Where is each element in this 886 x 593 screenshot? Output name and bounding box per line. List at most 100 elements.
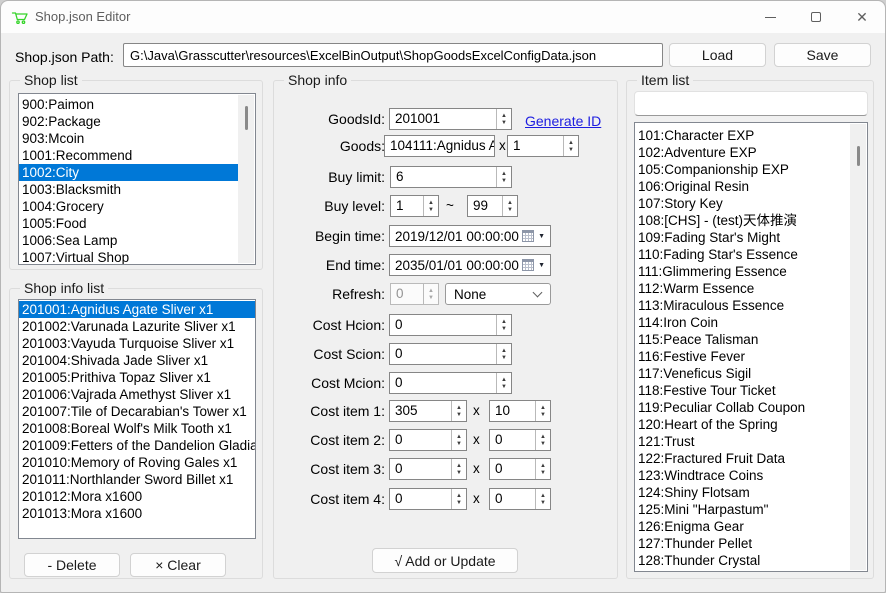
spinner-down-icon[interactable]: ▼ — [456, 441, 462, 447]
spinner-up-icon[interactable]: ▲ — [501, 113, 507, 119]
spinner-down-icon[interactable]: ▼ — [507, 207, 513, 213]
list-item[interactable]: 900:Paimon — [19, 96, 238, 113]
list-item[interactable]: 113:Miraculous Essence — [635, 297, 850, 314]
spinner-arrows[interactable]: ▲▼ — [451, 401, 466, 421]
list-item[interactable]: 119:Peculiar Collab Coupon — [635, 399, 850, 416]
spinner-down-icon[interactable]: ▼ — [540, 500, 546, 506]
spinner-up-icon[interactable]: ▲ — [501, 348, 507, 354]
list-item[interactable]: 125:Mini "Harpastum" — [635, 501, 850, 518]
path-input[interactable] — [123, 43, 663, 67]
spinner-down-icon[interactable]: ▼ — [456, 470, 462, 476]
spinner-up-icon[interactable]: ▲ — [428, 200, 434, 206]
spinner-up-icon[interactable]: ▲ — [456, 434, 462, 440]
scrollbar-thumb[interactable] — [245, 106, 248, 130]
list-item[interactable]: 111:Glimmering Essence — [635, 263, 850, 280]
spinner-arrows[interactable]: ▲▼ — [502, 196, 517, 216]
shop-list[interactable]: 900:Paimon902:Package903:Mcoin1001:Recom… — [18, 93, 256, 265]
list-item[interactable]: 126:Enigma Gear — [635, 518, 850, 535]
list-item[interactable]: 118:Festive Tour Ticket — [635, 382, 850, 399]
list-item[interactable]: 109:Fading Star's Might — [635, 229, 850, 246]
spinner-down-icon[interactable]: ▼ — [540, 441, 546, 447]
cost-scion-spinner[interactable]: 0 ▲▼ — [389, 343, 512, 365]
cost-item2-id-spinner[interactable]: 0 ▲▼ — [389, 429, 467, 451]
list-item[interactable]: 120:Heart of the Spring — [635, 416, 850, 433]
list-item[interactable]: 115:Peace Talisman — [635, 331, 850, 348]
list-item[interactable]: 201013:Mora x1600 — [19, 505, 255, 522]
list-item[interactable]: 114:Iron Coin — [635, 314, 850, 331]
spinner-up-icon[interactable]: ▲ — [507, 200, 513, 206]
end-time-picker[interactable]: 2035/01/01 00:00:00 ▼ — [389, 254, 551, 276]
buy-level-max-spinner[interactable]: 99 ▲▼ — [467, 195, 518, 217]
spinner-down-icon[interactable]: ▼ — [501, 178, 507, 184]
list-item[interactable]: 201001:Agnidus Agate Sliver x1 — [19, 301, 255, 318]
list-item[interactable]: 127:Thunder Pellet — [635, 535, 850, 552]
list-item[interactable]: 123:Windtrace Coins — [635, 467, 850, 484]
spinner-down-icon[interactable]: ▼ — [540, 470, 546, 476]
item-list[interactable]: 101:Character EXP102:Adventure EXP105:Co… — [634, 122, 868, 572]
cost-mcion-spinner[interactable]: 0 ▲▼ — [389, 372, 512, 394]
spinner-up-icon[interactable]: ▲ — [501, 319, 507, 325]
list-item[interactable]: 122:Fractured Fruit Data — [635, 450, 850, 467]
title-bar[interactable]: Shop.json Editor ✕ — [1, 1, 885, 33]
spinner-up-icon[interactable]: ▲ — [456, 493, 462, 499]
spinner-arrows[interactable]: ▲▼ — [535, 459, 550, 479]
spinner-down-icon[interactable]: ▼ — [501, 120, 507, 126]
list-item[interactable]: 1003:Blacksmith — [19, 181, 238, 198]
shop-info-list[interactable]: 201001:Agnidus Agate Sliver x1201002:Var… — [18, 299, 256, 539]
list-item[interactable]: 117:Veneficus Sigil — [635, 365, 850, 382]
list-item[interactable]: 112:Warm Essence — [635, 280, 850, 297]
spinner-up-icon[interactable]: ▲ — [540, 405, 546, 411]
list-item[interactable]: 201005:Prithiva Topaz Sliver x1 — [19, 369, 255, 386]
spinner-up-icon[interactable]: ▲ — [456, 405, 462, 411]
scrollbar[interactable] — [850, 124, 866, 570]
item-search-input[interactable] — [634, 91, 868, 116]
dropdown-arrow-icon[interactable]: ▼ — [538, 262, 545, 269]
delete-button[interactable]: - Delete — [24, 553, 120, 577]
spinner-arrows[interactable]: ▲▼ — [535, 489, 550, 509]
list-item[interactable]: 124:Shiny Flotsam — [635, 484, 850, 501]
buy-level-min-spinner[interactable]: 1 ▲▼ — [390, 195, 439, 217]
spinner-arrows[interactable]: ▲▼ — [535, 401, 550, 421]
spinner-arrows[interactable]: ▲▼ — [451, 459, 466, 479]
cost-item1-count-spinner[interactable]: 10 ▲▼ — [489, 400, 551, 422]
list-item[interactable]: 1002:City — [19, 164, 238, 181]
list-item[interactable]: 201012:Mora x1600 — [19, 488, 255, 505]
spinner-down-icon[interactable]: ▼ — [501, 326, 507, 332]
list-item[interactable]: 201006:Vajrada Amethyst Sliver x1 — [19, 386, 255, 403]
scrollbar[interactable] — [238, 95, 254, 263]
spinner-up-icon[interactable]: ▲ — [501, 377, 507, 383]
list-item[interactable]: 201002:Varunada Lazurite Sliver x1 — [19, 318, 255, 335]
list-item[interactable]: 106:Original Resin — [635, 178, 850, 195]
cost-item4-id-spinner[interactable]: 0 ▲▼ — [389, 488, 467, 510]
spinner-arrows[interactable]: ▲▼ — [496, 344, 511, 364]
list-item[interactable]: 201011:Northlander Sword Billet x1 — [19, 471, 255, 488]
spinner-down-icon[interactable]: ▼ — [540, 412, 546, 418]
list-item[interactable]: 101:Character EXP — [635, 127, 850, 144]
spinner-down-icon[interactable]: ▼ — [456, 412, 462, 418]
close-button[interactable]: ✕ — [839, 1, 885, 33]
cost-item3-id-spinner[interactable]: 0 ▲▼ — [389, 458, 467, 480]
chevron-down-icon[interactable] — [533, 288, 543, 298]
save-button[interactable]: Save — [774, 43, 871, 67]
list-item[interactable]: 903:Mcoin — [19, 130, 238, 147]
spinner-up-icon[interactable]: ▲ — [540, 434, 546, 440]
list-item[interactable]: 1001:Recommend — [19, 147, 238, 164]
list-item[interactable]: 102:Adventure EXP — [635, 144, 850, 161]
spinner-arrows[interactable]: ▲▼ — [496, 167, 511, 187]
list-item[interactable]: 110:Fading Star's Essence — [635, 246, 850, 263]
list-item[interactable]: 201008:Boreal Wolf's Milk Tooth x1 — [19, 420, 255, 437]
list-item[interactable]: 105:Companionship EXP — [635, 161, 850, 178]
spinner-up-icon[interactable]: ▲ — [456, 463, 462, 469]
list-item[interactable]: 1004:Grocery — [19, 198, 238, 215]
spinner-down-icon[interactable]: ▼ — [568, 147, 574, 153]
spinner-down-icon[interactable]: ▼ — [428, 207, 434, 213]
spinner-arrows[interactable]: ▲▼ — [496, 109, 511, 129]
minimize-button[interactable] — [747, 1, 793, 33]
spinner-up-icon[interactable]: ▲ — [501, 171, 507, 177]
clear-button[interactable]: × Clear — [130, 553, 226, 577]
scrollbar-thumb[interactable] — [857, 146, 860, 166]
refresh-mode-combobox[interactable]: None — [445, 283, 551, 305]
list-item[interactable]: 128:Thunder Crystal — [635, 552, 850, 569]
cost-hcion-spinner[interactable]: 0 ▲▼ — [389, 314, 512, 336]
spinner-down-icon[interactable]: ▼ — [501, 384, 507, 390]
